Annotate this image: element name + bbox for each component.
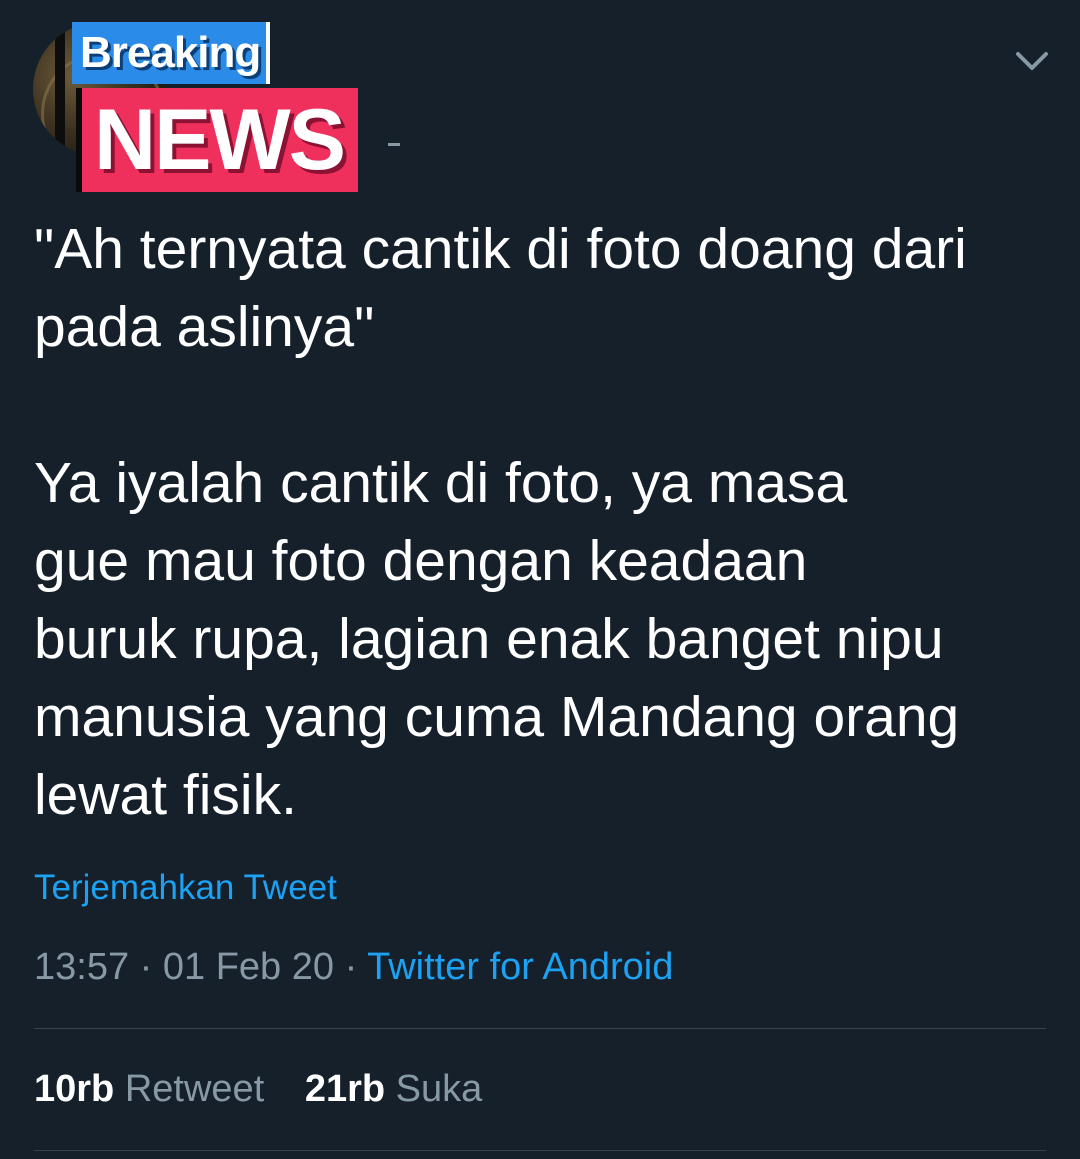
breaking-label: Breaking [72, 22, 271, 84]
retweets-label: Retweet [124, 1068, 265, 1110]
translate-tweet-link[interactable]: Terjemahkan Tweet [34, 868, 337, 908]
tweet-source-link[interactable]: Twitter for Android [367, 946, 673, 988]
retweets-stat[interactable]: 10rb Retweet [34, 1068, 264, 1111]
tweet-meta: 13:57 · 01 Feb 20 · Twitter for Android [34, 946, 673, 989]
likes-label: Suka [395, 1068, 483, 1110]
tweet-time: 13:57 [34, 946, 130, 988]
meta-separator: · [129, 946, 163, 988]
news-label: NEWS [76, 88, 358, 192]
tweet-detail: Breaking NEWS "Ah ternyata cantik di fot… [0, 0, 1080, 1159]
likes-stat[interactable]: 21rb Suka [305, 1068, 482, 1111]
tweet-stats: 10rb Retweet 21rb Suka [34, 1068, 512, 1111]
tweet-text: "Ah ternyata cantik di foto doang dari p… [34, 217, 967, 827]
tweet-date: 01 Feb 20 [162, 946, 335, 988]
meta-separator: · [334, 946, 368, 988]
retweets-count: 10rb [34, 1068, 115, 1110]
likes-count: 21rb [304, 1068, 386, 1110]
avatar-bar [55, 22, 65, 156]
divider [34, 1150, 1046, 1151]
dash-mark [388, 143, 400, 146]
divider [34, 1028, 1046, 1029]
chevron-down-icon[interactable] [1012, 44, 1052, 80]
